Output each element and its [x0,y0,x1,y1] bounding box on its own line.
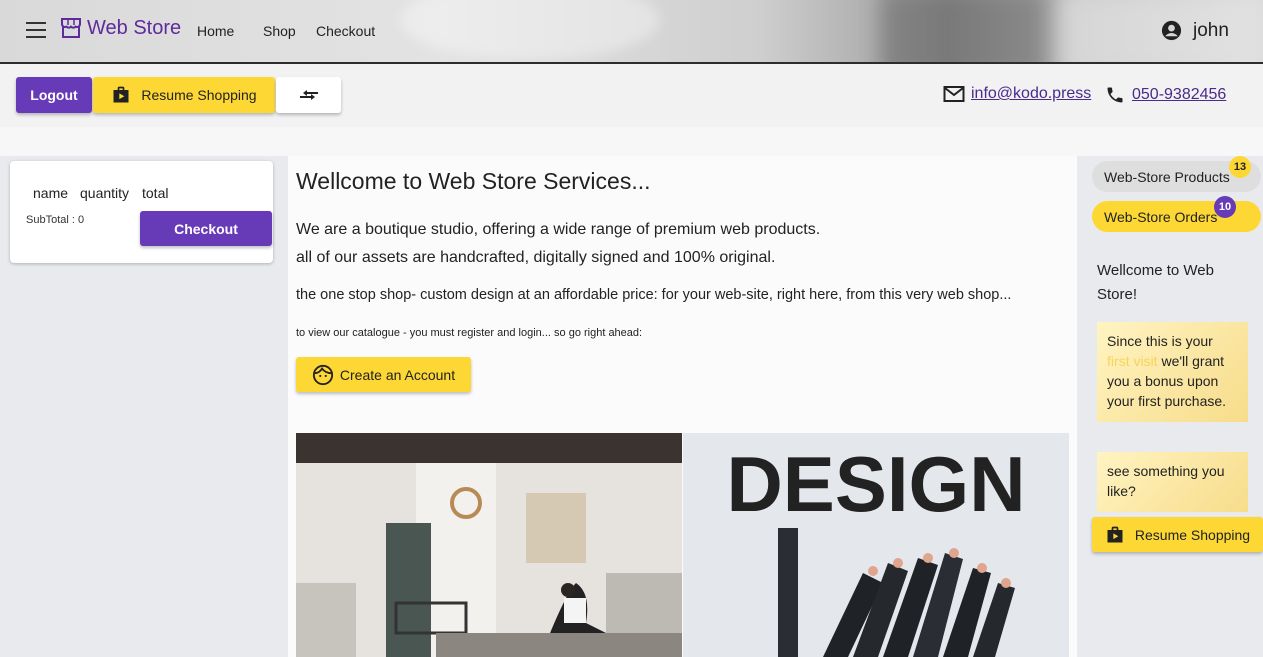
orders-chip-label: Web-Store Orders [1104,208,1218,225]
intro-line-3: the one stop shop- custom design at an a… [296,287,1012,303]
products-count-badge: 13 [1229,156,1251,178]
cart-col-total: total [142,185,169,201]
shopping-bag-play-icon [1107,526,1123,542]
intro-line-2: all of our assets are handcrafted, digit… [296,249,776,266]
brand-title: Web Store [87,16,182,39]
living-room-image [296,433,682,657]
user-menu[interactable]: john [1160,19,1229,42]
cart-col-name: name [33,185,69,201]
checkout-button[interactable]: Checkout [140,211,272,246]
brand-logo[interactable]: Web Store [59,16,181,40]
note1-before: Since this is your [1107,333,1213,349]
nav-home[interactable]: Home [197,23,234,39]
cart-card: name quantity total SubTotal : 0 Checkou… [10,161,273,263]
mail-icon [943,86,965,102]
nav-checkout[interactable]: Checkout [316,23,375,39]
note1-highlight: first visit [1107,353,1158,369]
main-content: Wellcome to Web Store Services... We are… [288,156,1077,657]
intro-text: We are a boutique studio, offering a wid… [296,216,820,272]
register-hint: to view our catalogue - you must registe… [296,327,643,339]
create-account-label: Create an Account [339,366,456,383]
cart-col-quantity: quantity [80,185,130,201]
first-visit-note: Since this is your first visit we'll gra… [1097,322,1248,422]
email-contact[interactable]: info@kodo.press [943,85,1091,103]
orders-count-badge: 10 [1214,196,1236,218]
create-account-button[interactable]: Create an Account [296,357,471,392]
store-icon [61,18,81,38]
face-icon [312,364,333,385]
see-something-note: see something you like? [1097,452,1248,512]
phone-contact[interactable]: 050-9382456 [1105,85,1226,105]
logout-button[interactable]: Logout [16,77,92,113]
page-title: Wellcome to Web Store Services... [296,168,651,194]
phone-icon [1107,87,1123,103]
toolbar-spacer [0,127,1263,156]
sidebar-welcome: Wellcome to Web Store! [1097,262,1214,303]
menu-icon[interactable] [26,22,46,40]
compare-arrows-icon [299,90,318,100]
resume-shopping-label: Resume Shopping [141,87,257,103]
intro-line-1: We are a boutique studio, offering a wid… [296,221,821,238]
phone-link[interactable]: 050-9382456 [1132,86,1226,104]
compare-arrows-button[interactable] [276,77,341,113]
email-link[interactable]: info@kodo.press [971,85,1091,103]
nav-shop[interactable]: Shop [263,23,296,39]
shopping-bag-play-icon [113,86,129,103]
account-circle-icon [1161,20,1182,41]
app-bar: Web Store Home Shop Checkout john [0,0,1263,64]
sidebar-resume-label: Resume Shopping [1134,526,1251,543]
username: john [1193,19,1229,41]
sidebar-resume-shopping-button[interactable]: Resume Shopping [1092,517,1263,552]
cart-subtotal: SubTotal : 0 [26,214,85,226]
design-pencils-image: DESIGN [683,433,1069,657]
resume-shopping-button[interactable]: Resume Shopping [93,77,275,113]
design-word: DESIGN [726,440,1025,528]
products-chip-label: Web-Store Products [1104,168,1230,185]
